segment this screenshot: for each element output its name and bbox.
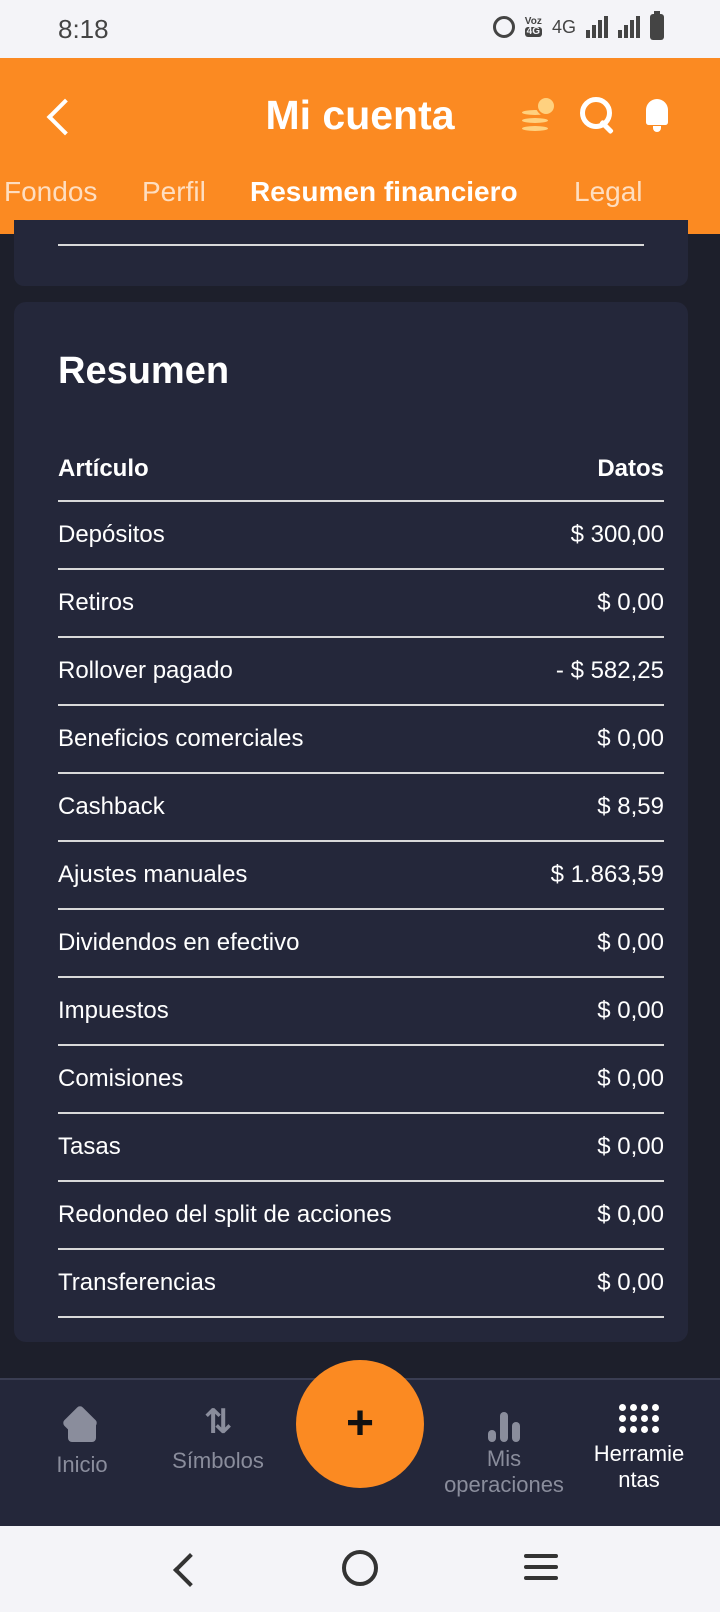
previous-card (14, 220, 688, 286)
signal-icon-2 (618, 16, 640, 38)
status-time: 8:18 (58, 14, 109, 44)
column-header-item: Artículo (58, 455, 149, 482)
row-label: Dividendos en efectivo (58, 929, 300, 956)
row-value: $ 1.863,59 (550, 861, 664, 888)
row-label: Ajustes manuales (58, 861, 248, 888)
nav-mis-operaciones[interactable]: Mis operaciones (430, 1380, 578, 1498)
row-label: Impuestos (58, 997, 169, 1024)
row-value: $ 0,00 (597, 997, 664, 1024)
row-value: $ 0,00 (597, 725, 664, 752)
summary-table: Artículo Datos Depósitos $ 300,00 Retiros… (58, 438, 664, 1318)
table-row: Cashback $ 8,59 (58, 774, 664, 842)
row-value: $ 0,00 (597, 929, 664, 956)
table-row: Dividendos en efectivo $ 0,00 (58, 910, 664, 978)
table-row: Ajustes manuales $ 1.863,59 (58, 842, 664, 910)
row-label: Beneficios comerciales (58, 725, 304, 752)
nav-simbolos[interactable]: ⇅ Símbolos (158, 1380, 278, 1474)
status-bar: 8:18 Voz 4G 4G (0, 0, 720, 58)
row-value: $ 0,00 (597, 1065, 664, 1092)
row-label: Rollover pagado (58, 657, 233, 684)
status-icons: Voz 4G 4G (492, 11, 664, 40)
nav-herramientas-label-2: ntas (618, 1467, 660, 1492)
menu-icon[interactable] (524, 1554, 558, 1580)
divider (58, 244, 644, 246)
home-circle-icon[interactable] (342, 1550, 378, 1586)
table-row: Comisiones $ 0,00 (58, 1046, 664, 1114)
alarm-icon (492, 16, 515, 38)
tab-fondos[interactable]: Fondos (4, 176, 97, 208)
app-header: Mi cuenta Fondos Perfil Resumen financie… (0, 58, 720, 234)
volte-icon: Voz 4G (524, 17, 542, 37)
plus-icon: + (345, 1397, 375, 1450)
table-row: Rollover pagado - $ 582,25 (58, 638, 664, 706)
header-actions (518, 94, 676, 136)
system-nav-bar (0, 1526, 720, 1612)
summary-title: Resumen (58, 350, 230, 392)
table-row: Tasas $ 0,00 (58, 1114, 664, 1182)
column-header-data: Datos (597, 455, 664, 482)
summary-card: Resumen Artículo Datos Depósitos $ 300,00… (14, 302, 688, 1342)
row-value: $ 300,00 (570, 521, 664, 548)
table-header-row: Artículo Datos (58, 438, 664, 502)
table-row: Depósitos $ 300,00 (58, 502, 664, 570)
row-value: $ 0,00 (597, 589, 664, 616)
table-row: Transferencias $ 0,00 (58, 1250, 664, 1318)
row-label: Comisiones (58, 1065, 184, 1092)
row-value: $ 0,00 (597, 1201, 664, 1228)
row-label: Tasas (58, 1133, 121, 1160)
row-label: Depósitos (58, 521, 165, 548)
table-row: Redondeo del split de acciones $ 0,00 (58, 1182, 664, 1250)
row-label: Cashback (58, 793, 165, 820)
nav-inicio[interactable]: Inicio (30, 1380, 134, 1478)
battery-icon (650, 11, 664, 40)
new-trade-button[interactable]: + (296, 1360, 424, 1488)
back-icon[interactable] (168, 1548, 202, 1588)
network-label: 4G (551, 16, 576, 37)
tab-perfil[interactable]: Perfil (142, 176, 206, 208)
row-value: $ 0,00 (597, 1269, 664, 1296)
nav-herramientas-label-1: Herramie (593, 1441, 685, 1466)
row-value: $ 8,59 (597, 793, 664, 820)
nav-mis-operaciones-label-2: operaciones (444, 1472, 564, 1497)
bar-chart-icon (430, 1410, 578, 1442)
nav-simbolos-label: Símbolos (172, 1448, 264, 1473)
row-value: - $ 582,25 (555, 657, 664, 684)
table-row: Beneficios comerciales $ 0,00 (58, 706, 664, 774)
swap-arrows-icon: ⇅ (203, 1403, 233, 1441)
row-label: Redondeo del split de acciones (58, 1201, 392, 1228)
coins-icon[interactable] (518, 94, 558, 136)
search-icon[interactable] (578, 95, 618, 135)
nav-inicio-label: Inicio (56, 1452, 108, 1477)
bell-icon[interactable] (638, 95, 676, 135)
account-tabs: Fondos Perfil Resumen financiero Legal (0, 176, 720, 226)
row-label: Retiros (58, 589, 135, 616)
apps-grid-icon (580, 1404, 698, 1433)
nav-mis-operaciones-label-1: Mis (486, 1446, 522, 1471)
row-label: Transferencias (58, 1269, 216, 1296)
row-value: $ 0,00 (597, 1133, 664, 1160)
signal-icon (586, 16, 608, 38)
table-row: Impuestos $ 0,00 (58, 978, 664, 1046)
volte-4g-label: 4G (524, 26, 542, 37)
nav-herramientas[interactable]: Herramie ntas (580, 1380, 698, 1493)
home-icon (64, 1410, 100, 1442)
tab-legal[interactable]: Legal (574, 176, 643, 208)
table-row: Retiros $ 0,00 (58, 570, 664, 638)
tab-resumen-financiero[interactable]: Resumen financiero (250, 176, 518, 208)
